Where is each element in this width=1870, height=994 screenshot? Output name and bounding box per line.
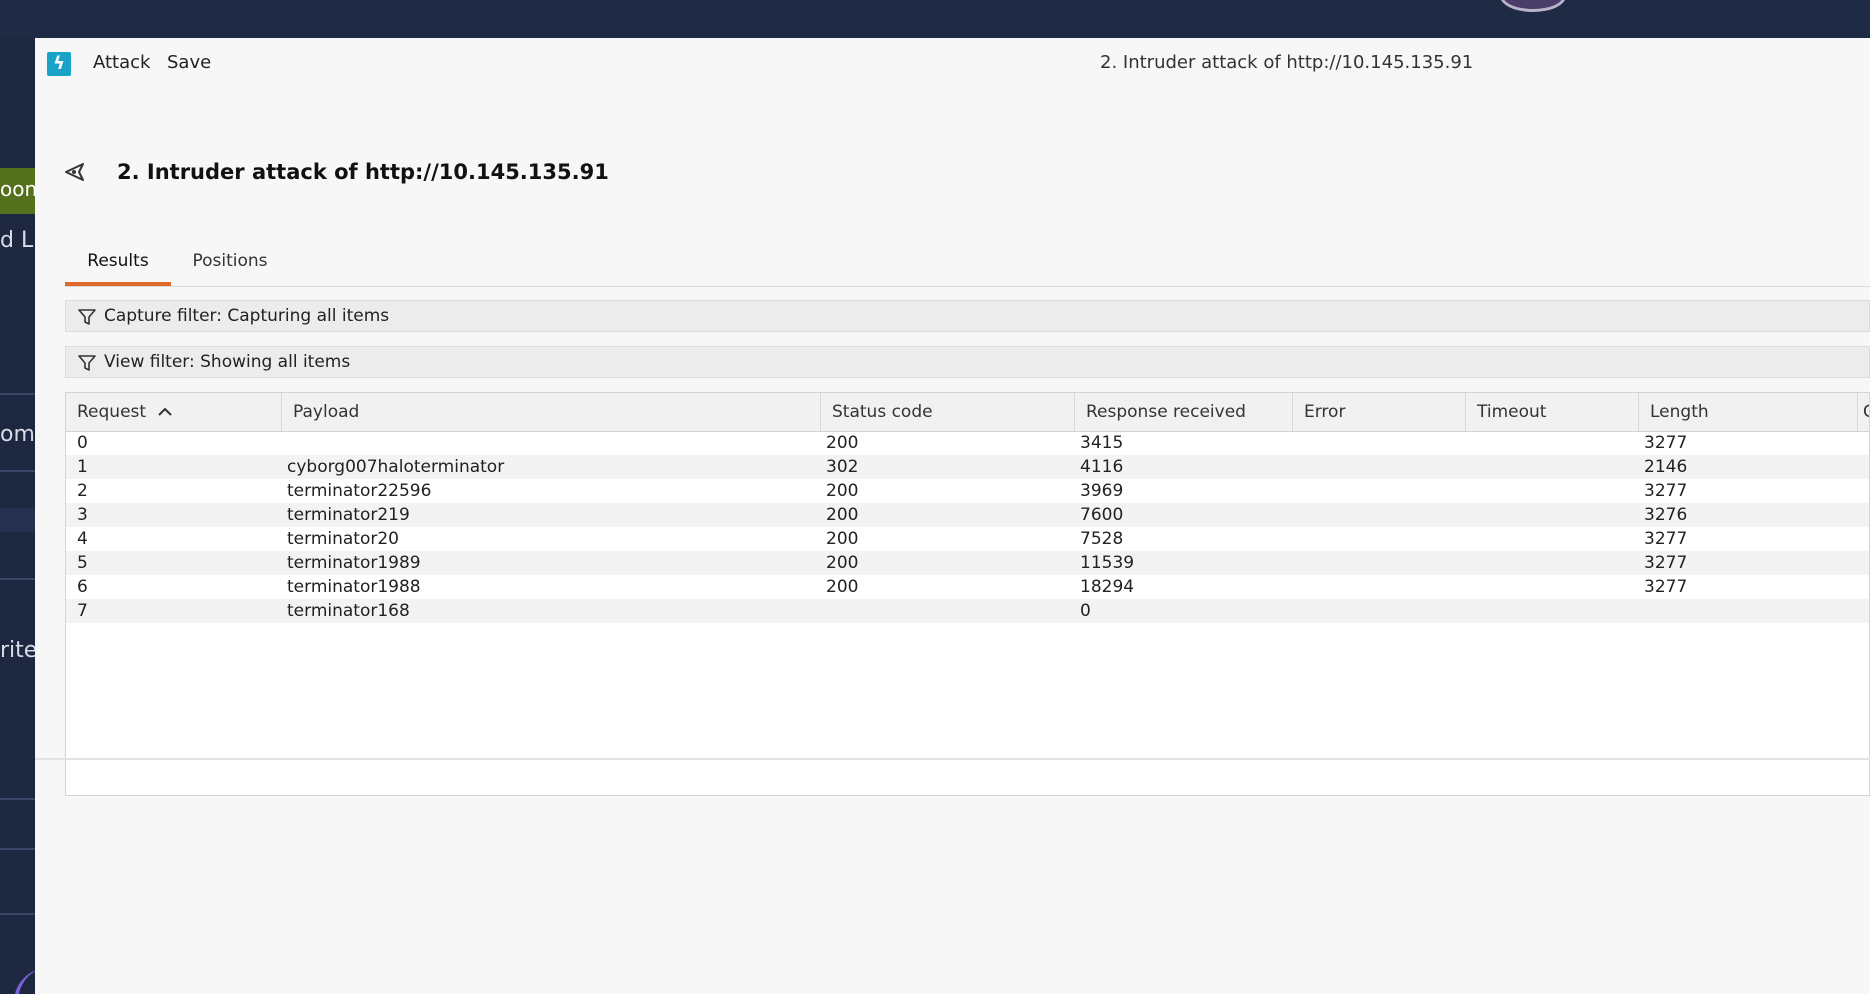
table-row[interactable]: 3 terminator219 200 7600 3276 bbox=[66, 503, 1869, 527]
cell-request: 7 bbox=[77, 601, 88, 621]
cell-status: 200 bbox=[826, 481, 859, 501]
table-row[interactable]: 1 cyborg007haloterminator 302 4116 2146 bbox=[66, 455, 1869, 479]
cell-response: 3415 bbox=[1080, 433, 1124, 453]
intruder-attack-window: ϟ Attack Save 2. Intruder attack of http… bbox=[35, 38, 1870, 994]
table-row[interactable]: 7 terminator168 0 bbox=[66, 599, 1869, 623]
cell-request: 4 bbox=[77, 529, 88, 549]
background-divider bbox=[0, 578, 35, 580]
column-header-comment[interactable]: C bbox=[1858, 393, 1869, 431]
cell-length: 3277 bbox=[1644, 529, 1688, 549]
cell-response: 7528 bbox=[1080, 529, 1124, 549]
cell-response: 4116 bbox=[1080, 457, 1124, 477]
desktop-topbar bbox=[0, 0, 1870, 38]
background-text: d Li bbox=[0, 228, 35, 253]
view-filter-bar[interactable]: View filter: Showing all items bbox=[65, 346, 1870, 378]
cell-payload: terminator1989 bbox=[287, 553, 421, 573]
menu-save[interactable]: Save bbox=[167, 52, 211, 73]
cell-request: 1 bbox=[77, 457, 88, 477]
capture-filter-label: Capture filter: Capturing all items bbox=[104, 306, 390, 326]
table-header: Request Payload Status code Response rec… bbox=[66, 393, 1869, 432]
menu-attack[interactable]: Attack bbox=[93, 52, 150, 73]
filter-icon bbox=[78, 308, 96, 330]
cell-payload: terminator219 bbox=[287, 505, 410, 525]
results-table: Request Payload Status code Response rec… bbox=[65, 392, 1870, 796]
back-arrow-icon[interactable] bbox=[63, 160, 87, 188]
window-menubar: ϟ Attack Save 2. Intruder attack of http… bbox=[35, 38, 1870, 90]
cell-payload: terminator20 bbox=[287, 529, 399, 549]
tab-results[interactable]: Results bbox=[65, 238, 171, 286]
cell-request: 5 bbox=[77, 553, 88, 573]
cell-request: 6 bbox=[77, 577, 88, 597]
background-text: om bbox=[0, 422, 35, 447]
cell-length: 3277 bbox=[1644, 553, 1688, 573]
background-divider bbox=[0, 848, 35, 850]
avatar-icon bbox=[1500, 0, 1566, 12]
column-header-request[interactable]: Request bbox=[66, 393, 282, 431]
cell-status: 200 bbox=[826, 553, 859, 573]
cell-length: 3277 bbox=[1644, 433, 1688, 453]
column-header-label: Request bbox=[77, 402, 147, 422]
panel-divider bbox=[35, 758, 1870, 760]
cell-request: 2 bbox=[77, 481, 88, 501]
cell-payload: terminator168 bbox=[287, 601, 410, 621]
cell-request: 3 bbox=[77, 505, 88, 525]
column-header-status-code[interactable]: Status code bbox=[821, 393, 1075, 431]
cell-payload: cyborg007haloterminator bbox=[287, 457, 505, 477]
cell-status: 200 bbox=[826, 433, 859, 453]
background-divider bbox=[0, 913, 35, 915]
cell-status: 200 bbox=[826, 577, 859, 597]
background-graph-icon bbox=[14, 968, 35, 994]
background-divider bbox=[0, 470, 35, 472]
cell-status: 302 bbox=[826, 457, 859, 477]
column-header-response-received[interactable]: Response received bbox=[1075, 393, 1293, 431]
sort-ascending-icon bbox=[158, 407, 173, 416]
tab-bar: Results Positions bbox=[65, 238, 1870, 287]
table-row[interactable]: 5 terminator1989 200 11539 3277 bbox=[66, 551, 1869, 575]
cell-response: 11539 bbox=[1080, 553, 1135, 573]
cell-response: 3969 bbox=[1080, 481, 1124, 501]
cell-length: 3277 bbox=[1644, 481, 1688, 501]
cell-payload: terminator1988 bbox=[287, 577, 421, 597]
view-filter-label: View filter: Showing all items bbox=[104, 352, 351, 372]
cell-response: 7600 bbox=[1080, 505, 1124, 525]
background-divider bbox=[0, 798, 35, 800]
background-text: oon bbox=[0, 177, 35, 201]
tab-positions[interactable]: Positions bbox=[175, 238, 285, 286]
capture-filter-bar[interactable]: Capture filter: Capturing all items bbox=[65, 300, 1870, 332]
cell-payload: terminator22596 bbox=[287, 481, 432, 501]
background-text: rite bbox=[0, 638, 35, 663]
column-header-payload[interactable]: Payload bbox=[282, 393, 821, 431]
table-row[interactable]: 0 200 3415 3277 bbox=[66, 431, 1869, 455]
background-highlight bbox=[0, 508, 35, 532]
cell-length: 3277 bbox=[1644, 577, 1688, 597]
column-header-timeout[interactable]: Timeout bbox=[1466, 393, 1639, 431]
burp-lightning-icon: ϟ bbox=[47, 52, 71, 76]
filter-icon bbox=[78, 354, 96, 376]
cell-status: 200 bbox=[826, 529, 859, 549]
background-app-strip: oon d Li om rite bbox=[0, 38, 35, 994]
table-row[interactable]: 4 terminator20 200 7528 3277 bbox=[66, 527, 1869, 551]
cell-length: 3276 bbox=[1644, 505, 1688, 525]
table-row[interactable]: 6 terminator1988 200 18294 3277 bbox=[66, 575, 1869, 599]
cell-status: 200 bbox=[826, 505, 859, 525]
column-header-length[interactable]: Length bbox=[1639, 393, 1858, 431]
page-title: 2. Intruder attack of http://10.145.135.… bbox=[117, 160, 609, 184]
window-title: 2. Intruder attack of http://10.145.135.… bbox=[1100, 52, 1474, 73]
cell-response: 18294 bbox=[1080, 577, 1135, 597]
column-header-error[interactable]: Error bbox=[1293, 393, 1466, 431]
cell-request: 0 bbox=[77, 433, 88, 453]
table-row[interactable]: 2 terminator22596 200 3969 3277 bbox=[66, 479, 1869, 503]
cell-length: 2146 bbox=[1644, 457, 1688, 477]
cell-response: 0 bbox=[1080, 601, 1091, 621]
background-divider bbox=[0, 393, 35, 395]
